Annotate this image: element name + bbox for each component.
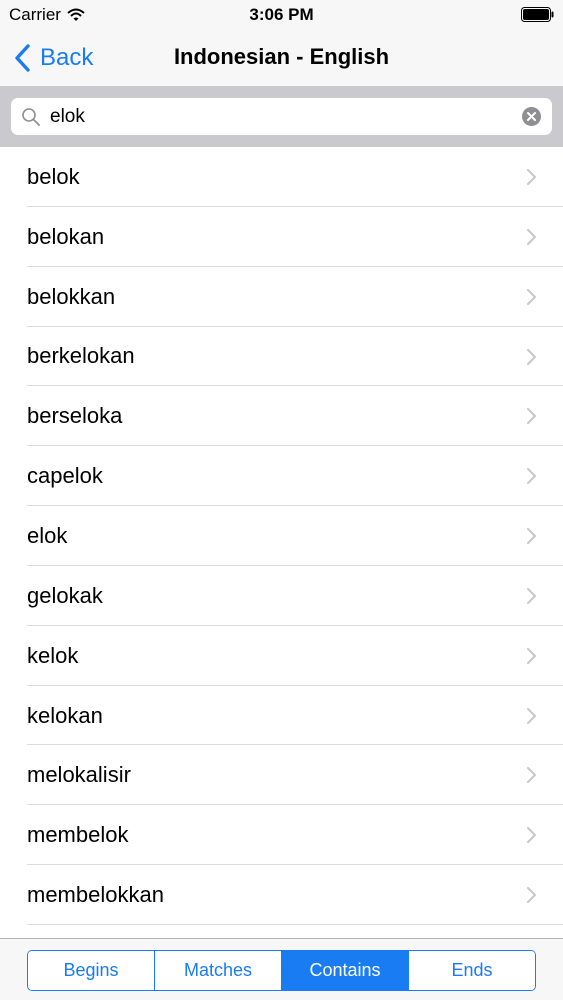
list-item[interactable]: berkelokan (0, 327, 563, 387)
segment-matches[interactable]: Matches (154, 951, 281, 990)
search-mode-segmented-control: Begins Matches Contains Ends (27, 950, 536, 991)
list-item[interactable]: belokkan (0, 267, 563, 327)
chevron-right-icon (527, 169, 536, 185)
search-field[interactable] (11, 98, 552, 135)
chevron-right-icon (527, 707, 536, 724)
status-time: 3:06 PM (249, 5, 314, 24)
list-item[interactable]: kelokan (0, 686, 563, 746)
status-bar: Carrier 3:06 PM (0, 0, 563, 30)
segment-ends[interactable]: Ends (408, 951, 535, 990)
chevron-right-icon (527, 468, 536, 485)
chevron-right-icon (527, 408, 536, 425)
chevron-right-icon (527, 528, 536, 545)
list-item-label: gelokak (27, 582, 103, 608)
list-item-label: elok (27, 522, 68, 548)
list-item[interactable]: elok (0, 506, 563, 566)
list-item-label: kelok (27, 642, 79, 668)
list-item[interactable]: membelokkan (0, 865, 563, 925)
search-icon (22, 108, 40, 126)
list-item-label: membelok (27, 822, 129, 848)
list-item[interactable]: berseloka (0, 386, 563, 447)
list-item-label: capelok (27, 463, 103, 489)
list-item-label: belok (27, 163, 80, 189)
list-item-label: berseloka (27, 403, 123, 429)
chevron-right-icon (527, 228, 536, 245)
list-item-label: berkelokan (27, 343, 135, 369)
list-item-label: membelokkan (27, 882, 164, 908)
chevron-right-icon (527, 887, 536, 904)
segment-contains[interactable]: Contains (281, 951, 408, 990)
list-item-label: kelokan (27, 702, 103, 728)
chevron-right-icon (527, 288, 536, 305)
list-item[interactable]: capelok (0, 446, 563, 506)
list-item[interactable]: gelokak (0, 566, 563, 626)
chevron-right-icon (527, 647, 536, 664)
chevron-right-icon (527, 587, 536, 604)
list-item-label: belokan (27, 223, 105, 249)
segment-begins[interactable]: Begins (28, 951, 154, 990)
search-input[interactable] (50, 98, 510, 135)
list-item-label: melokalisir (27, 762, 131, 788)
page-title: Indonesian - English (173, 44, 390, 69)
search-bar (0, 86, 563, 147)
chevron-right-icon (527, 767, 536, 784)
list-item[interactable]: melokalisir (0, 745, 563, 806)
battery-icon (521, 7, 554, 22)
chevron-right-icon (527, 827, 536, 844)
clear-icon[interactable] (522, 107, 541, 126)
search-mode-bar: Begins Matches Contains Ends (0, 938, 563, 1000)
list-item[interactable]: belokan (0, 207, 563, 267)
list-item-label: belokkan (27, 283, 116, 309)
list-item[interactable]: membelok (0, 805, 563, 865)
navigation-bar: Back Indonesian - English (0, 30, 563, 86)
list-item[interactable]: belok (0, 147, 563, 207)
results-list: belok belokan belokkan berkelokan berseloka c… (0, 147, 563, 938)
list-item[interactable]: kelok (0, 626, 563, 686)
chevron-right-icon (527, 348, 536, 365)
